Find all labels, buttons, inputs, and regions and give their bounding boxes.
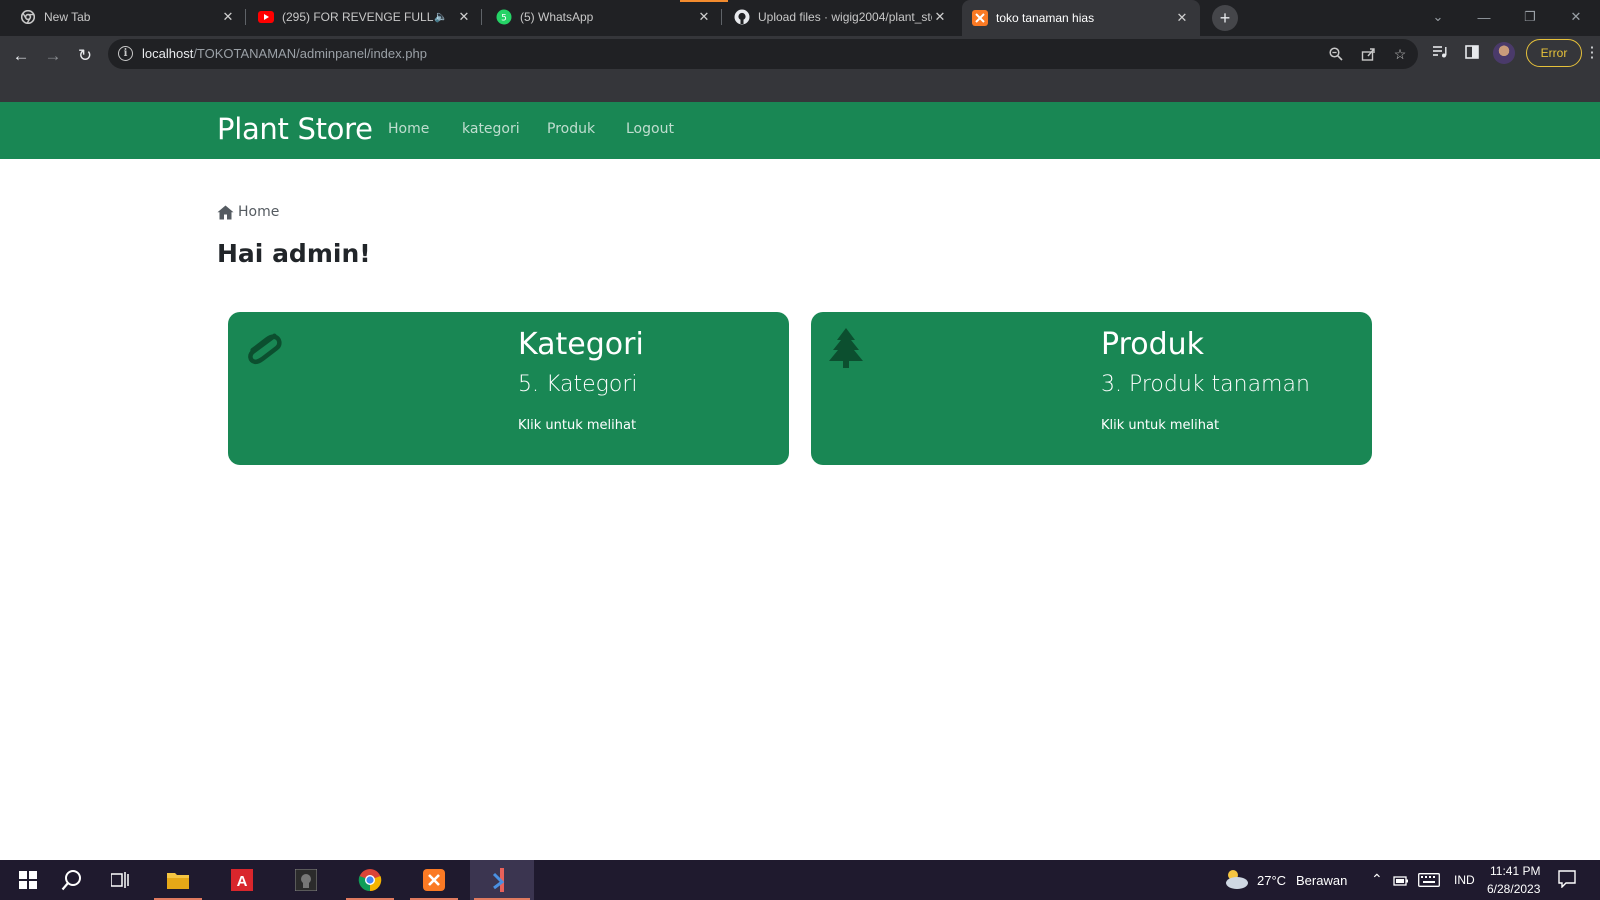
tree-icon bbox=[829, 328, 863, 368]
tab-title: toko tanaman hias bbox=[996, 11, 1095, 25]
tab-new-tab[interactable]: New Tab ✕ bbox=[10, 0, 246, 33]
brand-logo-text[interactable]: Plant Store bbox=[217, 112, 373, 146]
clock-time[interactable]: 11:41 PM bbox=[1490, 864, 1540, 878]
svg-text:A: A bbox=[237, 873, 248, 890]
keyboard-icon[interactable] bbox=[1418, 873, 1440, 892]
close-icon[interactable]: ✕ bbox=[932, 9, 948, 25]
tab-title: (295) FOR REVENGE FULL ALBUM bbox=[282, 9, 434, 24]
close-icon[interactable]: ✕ bbox=[696, 9, 712, 25]
nav-link-kategori[interactable]: kategori bbox=[462, 121, 520, 137]
windows-taskbar: A 27°C Berawan ⌃ IND 11:41 PM 6/28/2023 bbox=[0, 860, 1600, 900]
paperclip-icon bbox=[248, 333, 282, 365]
new-tab-button[interactable]: + bbox=[1212, 5, 1238, 31]
card-view-link[interactable]: Klik untuk melihat bbox=[1101, 418, 1219, 433]
tab-search-chevron-icon[interactable]: ⌄ bbox=[1415, 4, 1461, 30]
weather-temperature[interactable]: 27°C bbox=[1257, 873, 1286, 888]
xampp-taskbar-icon[interactable] bbox=[406, 860, 462, 900]
browser-toolbar: ← → ↻ i localhost/TOKOTANAMAN/adminpanel… bbox=[0, 36, 1600, 102]
produk-card[interactable]: Produk 3. Produk tanaman Klik untuk meli… bbox=[811, 312, 1372, 465]
nav-link-logout[interactable]: Logout bbox=[626, 121, 674, 137]
code-editor-taskbar-icon[interactable] bbox=[470, 860, 534, 900]
share-icon[interactable] bbox=[1358, 44, 1378, 64]
weather-condition[interactable]: Berawan bbox=[1296, 873, 1347, 888]
tab-title: Upload files · wigig2004/plant_store bbox=[758, 9, 932, 24]
battery-icon[interactable] bbox=[1393, 874, 1409, 892]
chrome-taskbar-icon[interactable] bbox=[342, 860, 398, 900]
tab-github[interactable]: Upload files · wigig2004/plant_store ✕ bbox=[724, 0, 958, 33]
zoom-icon[interactable] bbox=[1326, 44, 1346, 64]
acrobat-icon[interactable]: A bbox=[214, 860, 270, 900]
breadcrumb: Home bbox=[217, 204, 279, 220]
close-icon[interactable]: ✕ bbox=[220, 9, 236, 25]
address-bar[interactable]: i localhost/TOKOTANAMAN/adminpanel/index… bbox=[108, 39, 1418, 69]
task-view-icon[interactable] bbox=[92, 860, 148, 900]
speaker-icon[interactable]: 🔈 bbox=[434, 10, 448, 23]
input-language[interactable]: IND bbox=[1454, 873, 1475, 887]
close-icon[interactable]: ✕ bbox=[456, 9, 472, 25]
weather-cloud-icon[interactable] bbox=[1222, 868, 1250, 895]
tab-title: New Tab bbox=[44, 9, 91, 24]
tray-chevron-icon[interactable]: ⌃ bbox=[1371, 871, 1383, 888]
site-navbar: Plant Store Home kategori Produk Logout bbox=[0, 102, 1600, 159]
youtube-icon bbox=[258, 9, 274, 25]
chrome-icon bbox=[20, 9, 36, 25]
card-view-link[interactable]: Klik untuk melihat bbox=[518, 418, 636, 433]
xampp-icon bbox=[972, 10, 988, 26]
minimize-icon[interactable]: — bbox=[1461, 4, 1507, 30]
svg-text:5: 5 bbox=[501, 13, 507, 23]
window-close-icon[interactable]: ✕ bbox=[1553, 4, 1599, 30]
nav-link-home[interactable]: Home bbox=[388, 121, 429, 137]
bookmark-star-icon[interactable]: ☆ bbox=[1390, 44, 1410, 64]
media-control-icon[interactable] bbox=[1428, 40, 1452, 64]
profile-avatar[interactable] bbox=[1493, 42, 1515, 64]
notification-center-icon[interactable] bbox=[1558, 870, 1576, 893]
tab-youtube[interactable]: (295) FOR REVENGE FULL ALBUM 🔈 ✕ bbox=[248, 0, 482, 33]
home-icon bbox=[217, 205, 234, 219]
close-icon[interactable]: ✕ bbox=[1174, 10, 1190, 26]
site-info-icon[interactable]: i bbox=[118, 46, 133, 61]
nav-link-produk[interactable]: Produk bbox=[547, 121, 595, 137]
forward-arrow-icon[interactable]: → bbox=[40, 43, 66, 69]
breadcrumb-home[interactable]: Home bbox=[238, 204, 279, 220]
clock-date[interactable]: 6/28/2023 bbox=[1487, 882, 1540, 896]
tab-toko-tanaman-hias[interactable]: toko tanaman hias ✕ bbox=[962, 0, 1200, 36]
restore-icon[interactable]: ❐ bbox=[1507, 4, 1553, 30]
card-count: 5. Kategori bbox=[518, 372, 638, 397]
profile-error-badge[interactable]: Error bbox=[1526, 39, 1582, 67]
reload-icon[interactable]: ↻ bbox=[72, 43, 98, 69]
side-panel-icon[interactable] bbox=[1460, 40, 1484, 64]
card-title: Produk bbox=[1101, 327, 1205, 362]
kategori-card[interactable]: Kategori 5. Kategori Klik untuk melihat bbox=[228, 312, 789, 465]
browser-tab-strip: New Tab ✕ (295) FOR REVENGE FULL ALBUM 🔈… bbox=[0, 0, 1600, 36]
tab-title: (5) WhatsApp bbox=[520, 9, 594, 24]
file-explorer-icon[interactable] bbox=[150, 860, 206, 900]
github-icon bbox=[734, 9, 750, 25]
game-app-icon[interactable] bbox=[278, 860, 334, 900]
more-menu-icon[interactable]: ⋮ bbox=[1580, 40, 1600, 64]
whatsapp-icon: 5 bbox=[496, 9, 512, 25]
url-text[interactable]: localhost/TOKOTANAMAN/adminpanel/index.p… bbox=[142, 46, 427, 61]
back-arrow-icon[interactable]: ← bbox=[8, 43, 34, 69]
tab-whatsapp[interactable]: 5 (5) WhatsApp ✕ bbox=[486, 0, 722, 33]
card-title: Kategori bbox=[518, 327, 644, 362]
card-count: 3. Produk tanaman bbox=[1101, 372, 1310, 397]
page-greeting: Hai admin! bbox=[217, 239, 371, 268]
